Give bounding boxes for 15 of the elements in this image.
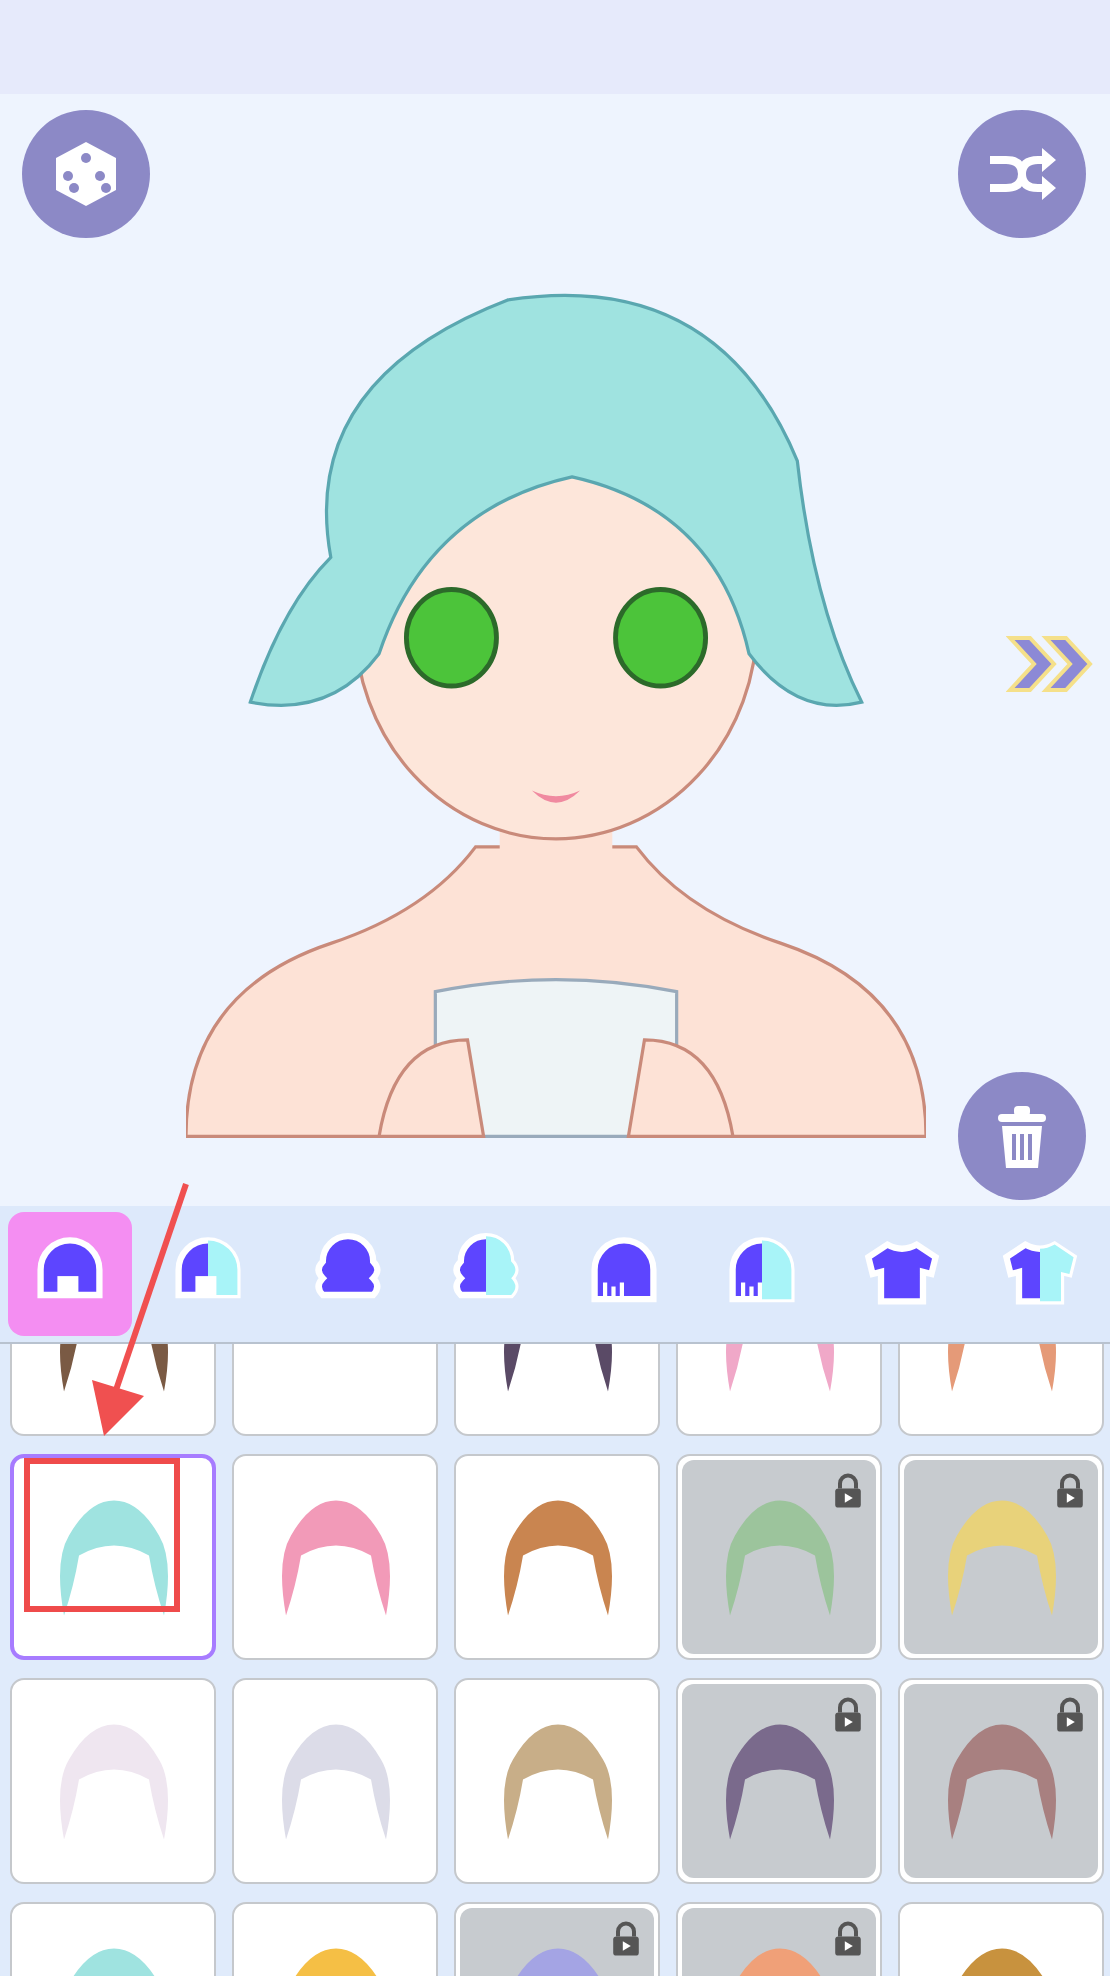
lock-icon — [832, 1472, 864, 1508]
lock-icon — [832, 1696, 864, 1732]
lock-icon — [1054, 1472, 1086, 1508]
next-button[interactable] — [1002, 630, 1098, 698]
hair-option[interactable] — [10, 1454, 216, 1660]
double-chevron-icon — [1006, 634, 1094, 694]
trash-icon — [998, 1105, 1046, 1167]
shuffle-icon — [987, 146, 1057, 202]
dice-icon — [54, 140, 118, 208]
lock-icon — [832, 1920, 864, 1956]
lock-icon — [1054, 1696, 1086, 1732]
lock-icon — [610, 1920, 642, 1956]
category-tab[interactable] — [8, 1212, 132, 1336]
hair-option[interactable] — [898, 1678, 1104, 1884]
hair-option[interactable] — [676, 1678, 882, 1884]
